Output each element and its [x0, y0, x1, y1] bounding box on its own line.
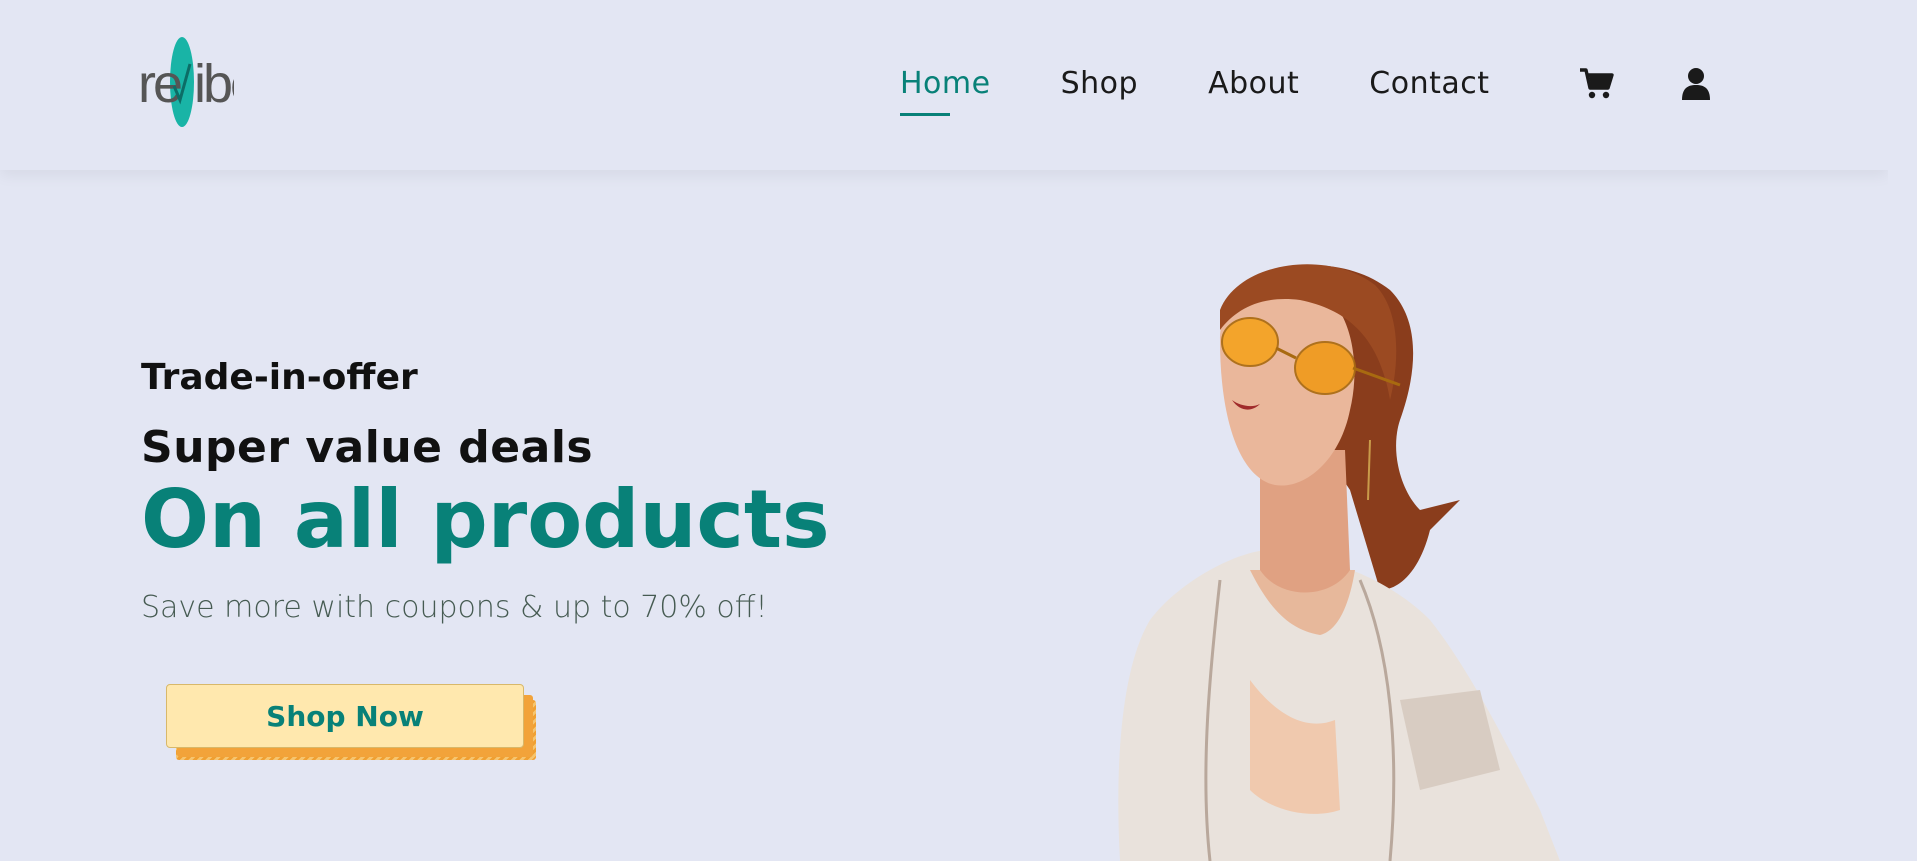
hero-text: Trade-in-offer Super value deals On all … — [141, 350, 830, 628]
user-icon[interactable] — [1678, 66, 1714, 102]
nav-about[interactable]: About — [1208, 62, 1299, 106]
nav-home[interactable]: Home — [900, 62, 991, 116]
svg-text:ibe: ibe — [194, 54, 234, 114]
site-header: re ibe Home Shop About Contact — [0, 0, 1888, 170]
hero-title: On all products — [141, 473, 830, 566]
page: re ibe Home Shop About Contact Trade-in-… — [0, 0, 1888, 861]
hero-description: Save more with coupons & up to 70% off! — [141, 590, 768, 625]
shop-now-button[interactable]: Shop Now — [166, 684, 524, 748]
hero-heading: Super value deals — [141, 422, 594, 473]
hero-model-image — [1118, 264, 1560, 861]
svg-text:re: re — [138, 54, 181, 114]
main-nav: Home Shop About Contact — [900, 62, 1559, 116]
hero-subtitle: Trade-in-offer — [141, 357, 418, 398]
brand-logo[interactable]: re ibe — [138, 36, 234, 128]
nav-contact[interactable]: Contact — [1369, 62, 1489, 106]
cart-icon[interactable] — [1578, 66, 1614, 102]
nav-shop[interactable]: Shop — [1061, 62, 1138, 106]
